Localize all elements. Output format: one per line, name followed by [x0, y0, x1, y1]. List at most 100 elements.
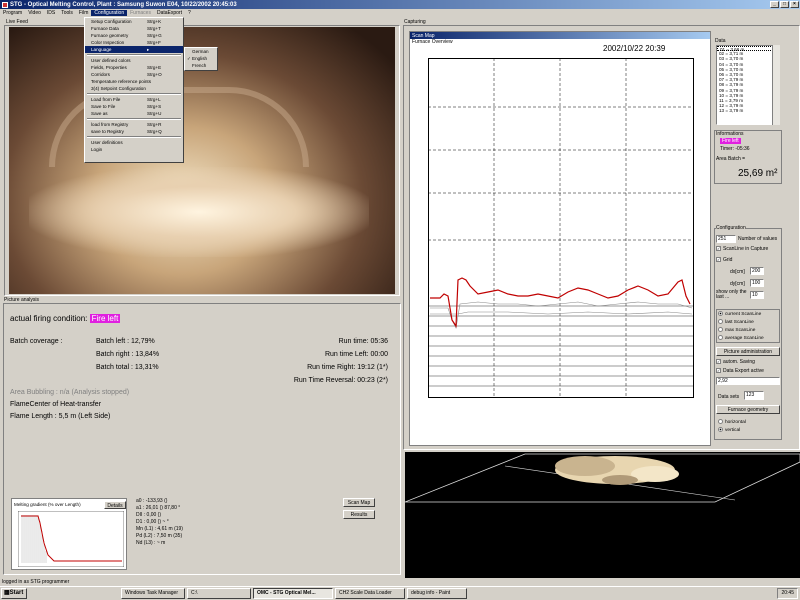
menu-tools[interactable]: Tools [58, 10, 76, 16]
firing-value: Fire left [89, 314, 121, 323]
vertical-radio[interactable]: vertical [718, 427, 746, 435]
window-titlebar: STG - Optical Melting Control, Plant : S… [0, 0, 800, 9]
scan-map-chart [428, 58, 694, 398]
batch-right: Batch right : 13,84% [96, 351, 160, 358]
menu-item-user-definitions[interactable]: User definitions [85, 139, 183, 146]
grid-checkbox[interactable]: ✓ Grid [716, 257, 732, 263]
menu-item-fields-properties[interactable]: Fields, Properties Strg+E [85, 64, 183, 71]
menu-item-shortcut: ▸ [147, 47, 150, 52]
configuration-label: Configuration [716, 225, 746, 231]
run-time-reversal: Run Time Reversal: 00:23 (2*) [293, 377, 388, 384]
scanline-capture-checkbox[interactable]: ✓ ScanLine in Capture [716, 246, 768, 252]
menu-item-color-inspection[interactable]: Color Inspection Strg+F [85, 39, 183, 46]
menu-item-save-to-registry[interactable]: save to Registry Strg+Q [85, 128, 183, 135]
export-value-input[interactable]: 2,92 [716, 377, 780, 385]
language-german[interactable]: German [185, 48, 217, 55]
dx-input[interactable]: 200 [750, 267, 764, 275]
melting-gradient-graph [18, 511, 124, 567]
menu-item-save-to-file[interactable]: Save to File Strg+S [85, 103, 183, 110]
menu-item-save-as[interactable]: Save as Strg+U [85, 110, 183, 117]
menu-item-load-from-registry[interactable]: load from Registry Strg+R [85, 121, 183, 128]
menu-item-setup-configuration[interactable]: Setup Configuration Strg+K [85, 18, 183, 25]
radio-label: average ScanLine [725, 336, 764, 341]
minimize-button[interactable]: _ [770, 1, 779, 8]
stat-line: Pd (L2) : 7,50 m (35) [136, 533, 183, 539]
menu-item-label: Color Inspection [91, 40, 125, 45]
language-english[interactable]: ✓ English [185, 55, 217, 62]
menu-ids[interactable]: IDS [44, 10, 58, 16]
menu-item-login[interactable]: Login [85, 146, 183, 153]
batch-total: Batch total : 13,31% [96, 364, 159, 371]
menu-item-language[interactable]: Language ▸ [85, 46, 183, 53]
scanline-radio-1[interactable]: last ScanLine [718, 319, 764, 327]
maximize-button[interactable]: □ [780, 1, 789, 8]
data-sets-input[interactable]: 123 [744, 391, 764, 400]
data-list-item[interactable]: 13 = 3,79 m [717, 108, 779, 113]
menu-item-3-4-setpoint-configuration[interactable]: 3(4) Setpoint Configuration [85, 85, 183, 92]
taskbar-explorer[interactable]: C:\ [187, 588, 251, 599]
taskbar-ch2[interactable]: CH2 Scale Data Loader [335, 588, 405, 599]
menu-help[interactable]: ? [185, 10, 194, 16]
menu-furnaces[interactable]: Furnaces [127, 10, 154, 16]
start-button[interactable]: ▦Start [1, 588, 27, 599]
menu-item-corridors[interactable]: Corridors Strg+O [85, 71, 183, 78]
menu-item-temperature-reference-points[interactable]: Temperature reference points [85, 78, 183, 85]
scan-map-button[interactable]: Scan Map [343, 498, 375, 507]
melting-gradient-label: Melting gradient (% over Length) [14, 502, 81, 507]
flame-center: FlameCenter of Heat-transfer [10, 401, 102, 408]
data-scrollbar[interactable] [772, 45, 780, 125]
results-button[interactable]: Results [343, 510, 375, 519]
run-time: Run time: 05:36 [338, 338, 388, 345]
show-only-input[interactable]: 10 [750, 291, 764, 299]
menu-separator [87, 136, 181, 138]
menu-item-label: User definitions [91, 140, 123, 145]
furnace-geometry-button[interactable]: Furnace geometry [716, 405, 780, 414]
menu-configuration[interactable]: Configuration [91, 10, 128, 16]
details-button[interactable]: Details [104, 501, 126, 509]
menu-item-shortcut: Strg+T [147, 26, 161, 31]
menu-item-label: Setup Configuration [91, 19, 132, 24]
menu-item-shortcut: Strg+S [147, 104, 162, 109]
menu-program[interactable]: Program [0, 10, 25, 16]
menu-film[interactable]: Film [76, 10, 91, 16]
language-french[interactable]: French [185, 62, 217, 69]
dy-input[interactable]: 100 [750, 279, 764, 287]
clock: 20:45 [781, 590, 794, 596]
data-listbox[interactable]: 01 = 3,66 m 02 = 3,71 m 03 = 3,70 m 04 = 3,… [716, 45, 780, 125]
picture-administration-button[interactable]: Picture administration [716, 347, 780, 356]
scanline-radio-2[interactable]: max ScanLine [718, 327, 764, 335]
scanline-radio-3[interactable]: average ScanLine [718, 335, 764, 343]
menu-item-furnace-geometry[interactable]: Furnace geometry Strg+G [85, 32, 183, 39]
auto-saving-label: autom. Saving [723, 359, 755, 365]
window-title: STG - Optical Melting Control, Plant : S… [10, 1, 237, 8]
taskbar-paint[interactable]: debug info - Paint [407, 588, 467, 599]
stat-line: D1 : 0,00 () ~ ° [136, 519, 169, 525]
data-export-active-checkbox[interactable]: ✓ Data Export active [716, 368, 764, 374]
firing-prefix: actual firing condition: [10, 314, 88, 323]
menu-item-load-from-file[interactable]: Load from File Strg+L [85, 96, 183, 103]
menu-item-label: 3(4) Setpoint Configuration [91, 86, 146, 91]
language-label: English [192, 56, 208, 61]
taskbar-task-manager[interactable]: Windows Task Manager [121, 588, 185, 599]
area-batch-label: Area Batch = [716, 156, 746, 162]
stat-line: a1 : 26,01 () 87,80 ° [136, 505, 181, 511]
taskbar: ▦Start Windows Task Manager C:\ OMC - ST… [0, 586, 800, 600]
menu-item-furnace-data[interactable]: Furnace Data Strg+T [85, 25, 183, 32]
taskbar-omc[interactable]: OMC - STG Optical Mel... [253, 588, 333, 599]
scanline-radio-0[interactable]: current ScanLine [718, 311, 764, 319]
menu-item-label: User defined colors [91, 58, 131, 63]
menu-item-shortcut: Strg+K [147, 19, 162, 24]
system-tray: 20:45 [777, 588, 798, 599]
close-button[interactable]: × [790, 1, 799, 8]
menu-item-shortcut: Strg+F [147, 40, 161, 45]
num-values-input[interactable]: 251 [716, 235, 736, 243]
horizontal-radio[interactable]: horizontal [718, 419, 746, 427]
info-fire: Fire left [720, 138, 741, 144]
menu-item-shortcut: Strg+G [147, 33, 162, 38]
menu-item-user-defined-colors[interactable]: User defined colors [85, 57, 183, 64]
scan-map-titlebar: Scan Map [410, 32, 710, 39]
menu-item-label: Login [91, 147, 103, 152]
menu-dataexport[interactable]: DataExport [154, 10, 185, 16]
menu-video[interactable]: Video [25, 10, 44, 16]
auto-saving-checkbox[interactable]: ✓ autom. Saving [716, 359, 755, 365]
